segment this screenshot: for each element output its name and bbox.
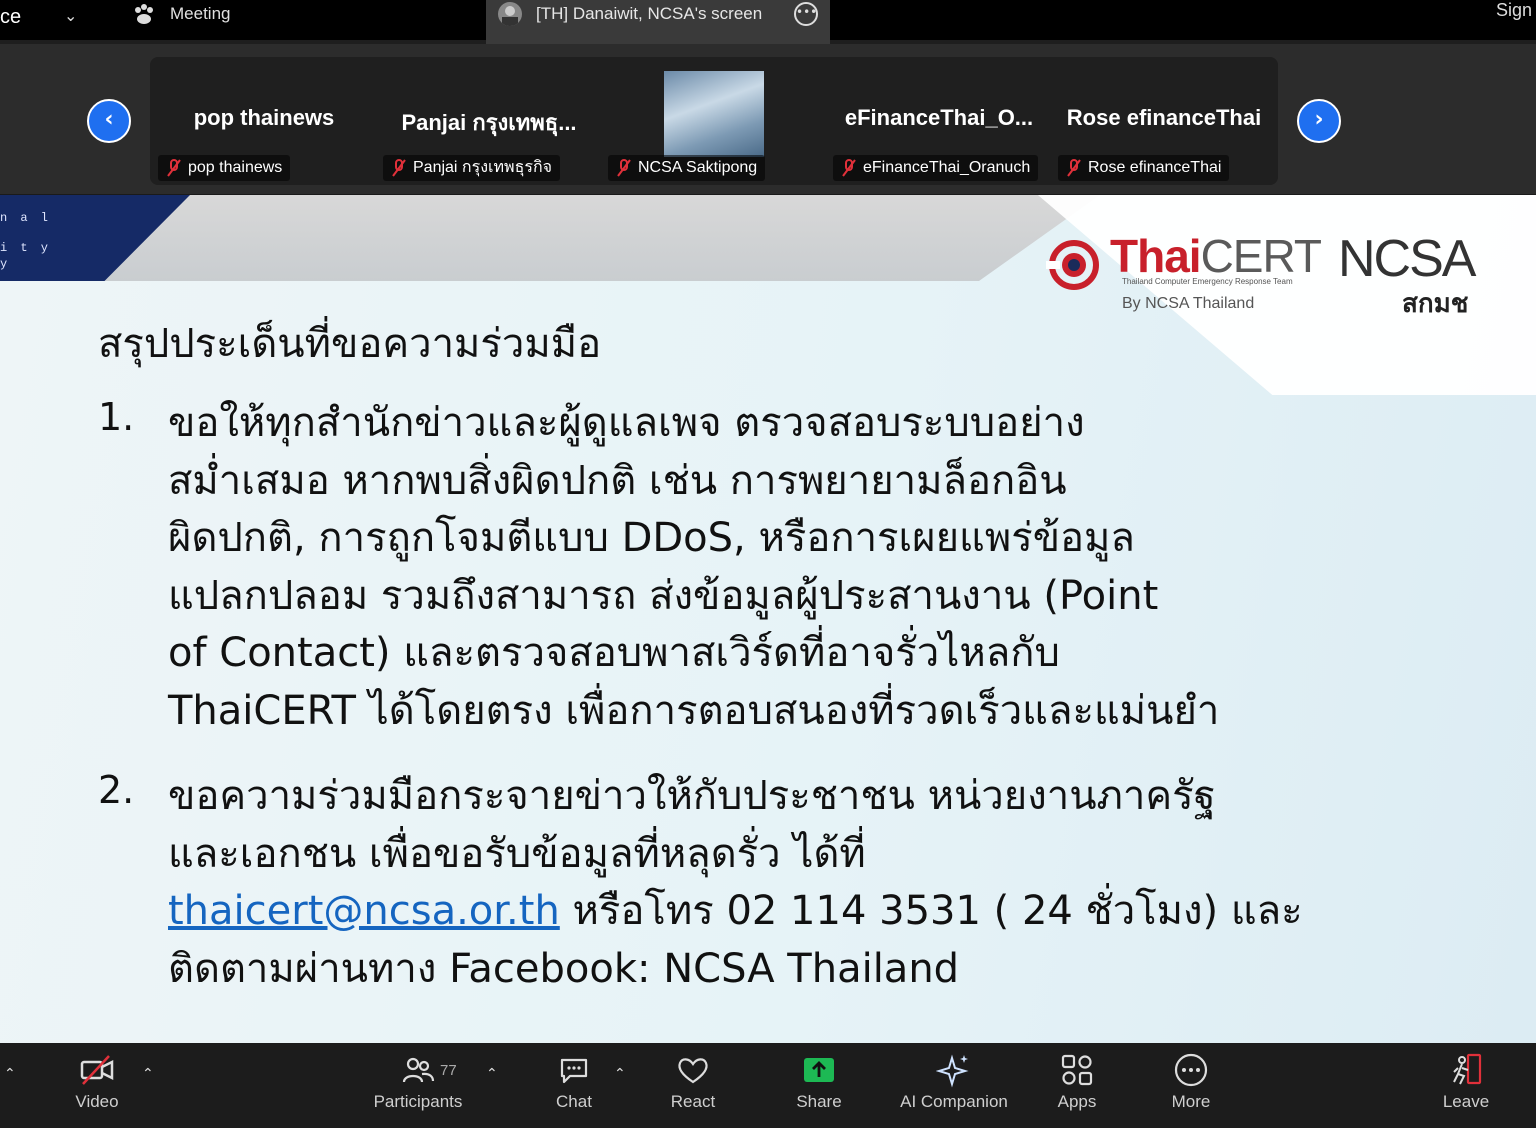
react-button[interactable]: React — [666, 1052, 720, 1112]
share-screen-icon — [804, 1058, 834, 1082]
logo-subtitle: Thailand Computer Emergency Response Tea… — [1122, 277, 1293, 286]
avatar — [498, 2, 522, 26]
list-item-text: ขอความร่วมมือกระจายข่าวให้กับประชาชน หน่… — [168, 773, 1303, 992]
participant-name: Rose efinanceThai — [1066, 105, 1262, 130]
more-options-icon[interactable]: ••• — [794, 2, 818, 26]
corner-text-line: n a l — [0, 211, 52, 225]
corner-text-line: y — [0, 257, 11, 271]
shared-screen-slide: n a l i t y y ThaiCERT NCSA Thailand Com… — [0, 195, 1536, 1043]
list-item-number: 1. — [98, 395, 135, 439]
sign-in-partial[interactable]: Sign — [1496, 0, 1532, 21]
video-options-caret[interactable]: ⌃ — [142, 1066, 154, 1082]
video-off-icon — [80, 1055, 114, 1085]
sparkle-icon — [936, 1054, 969, 1088]
logo-thai-abbr: สกมช — [1402, 289, 1469, 319]
chat-options-caret[interactable]: ⌃ — [614, 1066, 626, 1082]
muted-mic-icon — [617, 159, 631, 177]
more-button[interactable]: More — [1164, 1052, 1218, 1112]
participant-tile[interactable]: pop thainews pop thainews — [152, 57, 376, 185]
thaicert-logo-icon — [1046, 240, 1099, 290]
participants-options-caret[interactable]: ⌃ — [486, 1066, 498, 1082]
screen-share-tab-label: [TH] Danaiwit, NCSA's screen — [536, 4, 763, 23]
share-screen-button[interactable]: Share — [792, 1052, 846, 1112]
top-bar: ce ⌄ Meeting [TH] Danaiwit, NCSA's scree… — [0, 0, 1536, 44]
slide-title: สรุปประเด็นที่ขอความร่วมมือ — [98, 321, 602, 367]
participants-icon — [402, 1057, 435, 1083]
video-button[interactable]: Video — [68, 1052, 126, 1112]
meeting-tab[interactable]: Meeting — [170, 4, 230, 24]
participant-label: eFinanceThai_Oranuch — [833, 155, 1039, 181]
participant-name: eFinanceThai_O... — [844, 105, 1034, 130]
top-bar-right: Sign — [830, 0, 1536, 40]
chat-icon — [560, 1058, 588, 1084]
participant-tile[interactable]: Panjai กรุงเทพธุ... Panjai กรุงเทพธุรกิจ — [377, 57, 601, 185]
participant-name: Panjai กรุงเทพธุ... — [401, 110, 577, 135]
chevron-down-icon[interactable]: ⌄ — [64, 6, 77, 25]
participant-label: NCSA Saktipong — [608, 155, 766, 181]
leave-button[interactable]: Leave — [1438, 1052, 1494, 1112]
muted-mic-icon — [167, 159, 181, 177]
muted-mic-icon — [392, 159, 406, 177]
list-item-text: ขอให้ทุกสำนักข่าวและผู้ดูแลเพจ ตรวจสอบระ… — [168, 400, 1220, 734]
muted-mic-icon — [1067, 159, 1081, 177]
logo-ncsa: NCSA — [1338, 230, 1476, 288]
participant-label: Rose efinanceThai — [1058, 155, 1230, 181]
participants-button[interactable]: Participants — [368, 1052, 468, 1112]
ai-companion-button[interactable]: AI Companion — [896, 1052, 1012, 1112]
participant-label: Panjai กรุงเทพธุรกิจ — [383, 155, 560, 181]
apps-icon — [1061, 1054, 1093, 1086]
corner-text-line: i t y — [0, 241, 52, 255]
participant-name: pop thainews — [193, 105, 335, 130]
email-link[interactable]: thaicert@ncsa.or.th — [168, 888, 560, 934]
participant-tile[interactable]: eFinanceThai_O... eFinanceThai_Oranuch — [827, 57, 1051, 185]
meeting-paw-icon — [135, 4, 153, 24]
logo-by-line: By NCSA Thailand — [1122, 295, 1255, 312]
meeting-toolbar — [0, 1043, 1536, 1128]
list-item-number: 2. — [98, 768, 135, 812]
logo-thaicert: ThaiCERT — [1110, 230, 1322, 282]
audio-options-caret[interactable]: ⌃ — [4, 1066, 16, 1082]
window-title-partial: ce — [0, 6, 22, 28]
more-icon — [1174, 1053, 1208, 1087]
participant-label: pop thainews — [158, 155, 291, 181]
participant-count: 77 — [440, 1062, 457, 1079]
heart-icon — [678, 1058, 708, 1084]
chat-button[interactable]: Chat — [548, 1052, 600, 1112]
participant-tile[interactable]: Rose efinanceThai Rose efinanceThai — [1052, 57, 1276, 185]
previous-page-button[interactable]: ‹ — [87, 99, 131, 143]
next-page-button[interactable]: › — [1297, 99, 1341, 143]
leave-icon — [1453, 1053, 1482, 1085]
participant-video — [664, 71, 764, 157]
participant-tile[interactable]: NCSA Saktipong — [602, 57, 826, 185]
muted-mic-icon — [842, 159, 856, 177]
apps-button[interactable]: Apps — [1052, 1052, 1102, 1112]
